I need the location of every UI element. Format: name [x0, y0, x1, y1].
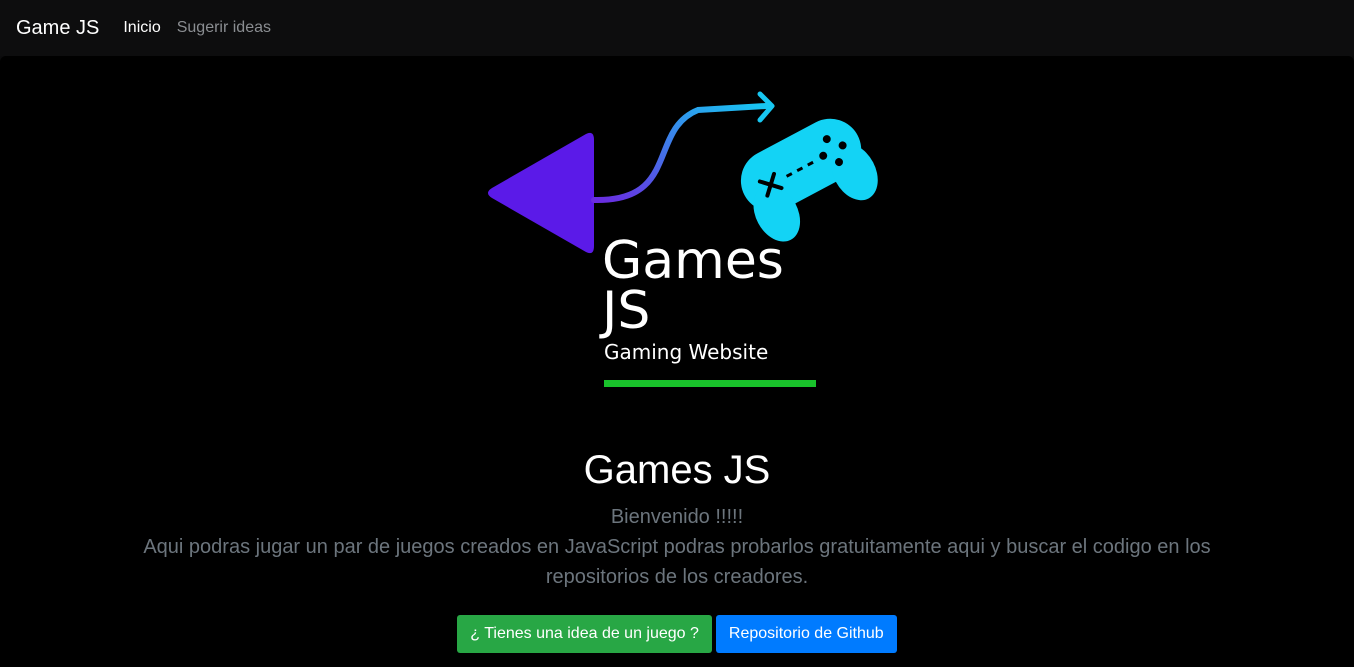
logo-title-line2: JS: [599, 281, 650, 341]
suggest-idea-button[interactable]: ¿ Tienes una idea de un juego ?: [457, 615, 712, 653]
page-title: Games JS: [583, 448, 771, 492]
games-js-logo: Games JS Gaming Website: [488, 91, 878, 387]
navbar: Game JS Inicio Sugerir ideas: [0, 0, 1354, 56]
logo-underline: [604, 380, 816, 387]
nav-link-inicio[interactable]: Inicio: [123, 19, 160, 37]
welcome-text: Bienvenido !!!!!: [610, 506, 744, 528]
hero-lead: Bienvenido !!!!! Aqui podras jugar un pa…: [130, 502, 1224, 592]
play-triangle-icon: [488, 132, 594, 254]
github-repo-button[interactable]: Repositorio de Github: [715, 615, 897, 653]
hero-actions: ¿ Tienes una idea de un juego ? Reposito…: [0, 615, 1354, 653]
hero-jumbotron: Games JS Gaming Website Games JS Bienven…: [0, 56, 1354, 667]
gamepad-icon: [740, 118, 878, 242]
navbar-brand[interactable]: Game JS: [16, 17, 99, 40]
nav-link-sugerir-ideas[interactable]: Sugerir ideas: [177, 19, 271, 37]
logo-tagline: Gaming Website: [604, 340, 768, 364]
description-text: Aqui podras jugar un par de juegos cread…: [143, 536, 1211, 588]
